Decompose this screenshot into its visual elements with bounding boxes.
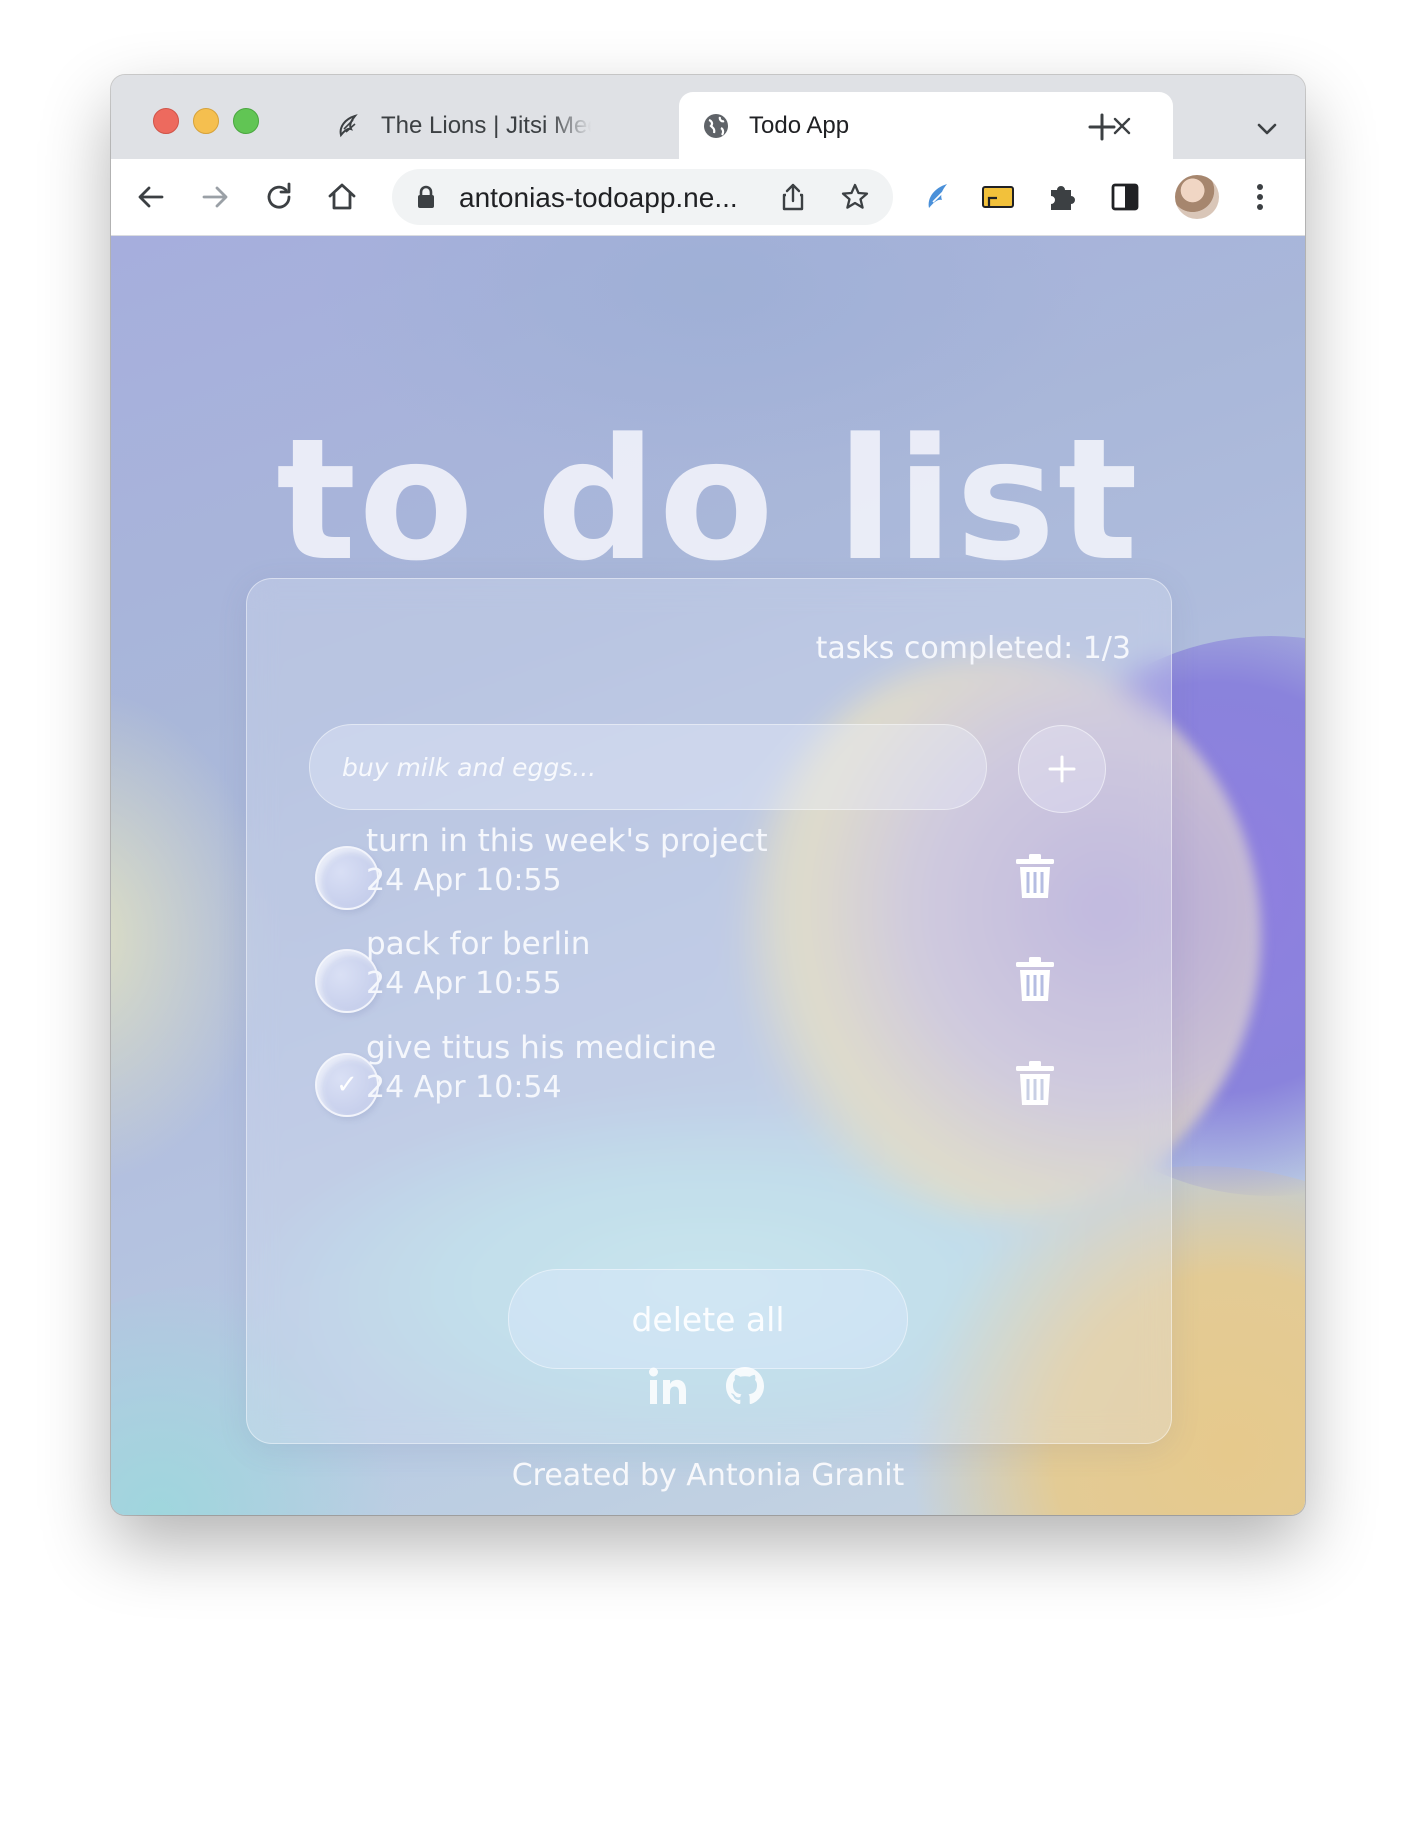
lock-icon[interactable]: [414, 184, 438, 210]
task-item: ✓ give titus his medicine 24 Apr 10:54: [309, 1030, 1109, 1132]
close-window-button[interactable]: [153, 108, 179, 134]
share-icon[interactable]: [777, 181, 809, 213]
github-icon[interactable]: [723, 1364, 767, 1408]
browser-window: The Lions | Jitsi Meet Todo App antonias…: [111, 75, 1305, 1515]
task-date: 24 Apr 10:55: [366, 966, 562, 1001]
task-item: turn in this week's project 24 Apr 10:55: [309, 823, 1109, 925]
address-bar[interactable]: antonias-todoapp.ne...: [392, 169, 893, 225]
add-task-button[interactable]: [1018, 725, 1106, 813]
more-menu-icon[interactable]: [1241, 178, 1279, 216]
url-text[interactable]: antonias-todoapp.ne...: [459, 182, 764, 214]
todo-card: tasks completed: 1/3 turn in this week's…: [246, 578, 1172, 1444]
trash-icon[interactable]: [1014, 1060, 1056, 1108]
jitsi-extension-icon[interactable]: [919, 178, 957, 216]
side-panel-icon[interactable]: [1106, 178, 1144, 216]
back-icon[interactable]: [132, 178, 170, 216]
page-viewport: to do list tasks completed: 1/3 turn in …: [111, 236, 1305, 1515]
check-icon: ✓: [336, 1070, 358, 1100]
task-date: 24 Apr 10:55: [366, 863, 562, 898]
reload-icon[interactable]: [260, 178, 298, 216]
task-date: 24 Apr 10:54: [366, 1070, 562, 1105]
page-title: to do list: [276, 402, 1140, 598]
forward-icon[interactable]: [196, 178, 234, 216]
linkedin-icon[interactable]: [646, 1364, 690, 1408]
new-tab-icon[interactable]: [1086, 111, 1118, 143]
delete-all-button[interactable]: delete all: [508, 1269, 908, 1369]
chevron-down-icon[interactable]: [1253, 115, 1281, 143]
cast-extension-icon[interactable]: [979, 178, 1017, 216]
tab-title: The Lions | Jitsi Meet: [381, 111, 591, 139]
home-icon[interactable]: [323, 178, 361, 216]
bookmark-star-icon[interactable]: [839, 181, 871, 213]
globe-icon: [704, 113, 728, 138]
plus-icon: [1048, 755, 1076, 783]
tasks-completed-counter: tasks completed: 1/3: [815, 631, 1131, 666]
puzzle-icon[interactable]: [1043, 178, 1081, 216]
footer-credit: Created by Antonia Granit: [511, 1458, 905, 1493]
maximize-window-button[interactable]: [233, 108, 259, 134]
jitsi-icon: [339, 113, 358, 137]
trash-icon[interactable]: [1014, 853, 1056, 901]
task-text: turn in this week's project: [366, 823, 768, 859]
browser-toolbar: antonias-todoapp.ne...: [111, 159, 1305, 236]
tab-title: Todo App: [749, 111, 850, 139]
profile-avatar[interactable]: [1175, 175, 1219, 219]
new-task-input[interactable]: [309, 724, 987, 810]
task-text: give titus his medicine: [366, 1030, 717, 1066]
trash-icon[interactable]: [1014, 956, 1056, 1004]
task-text: pack for berlin: [366, 926, 591, 962]
tab-strip: The Lions | Jitsi Meet Todo App: [111, 75, 1305, 159]
minimize-window-button[interactable]: [193, 108, 219, 134]
task-item: pack for berlin 24 Apr 10:55: [309, 926, 1109, 1028]
